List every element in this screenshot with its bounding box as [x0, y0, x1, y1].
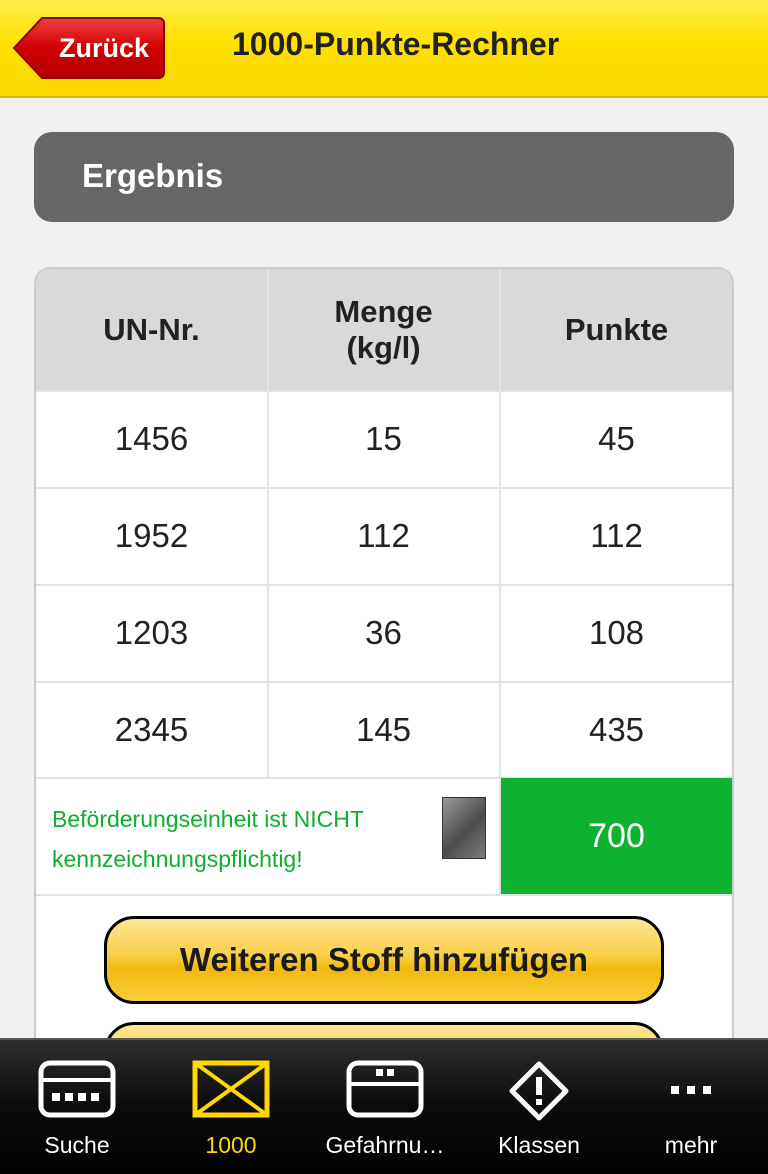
back-button-label: Zurück: [58, 33, 150, 63]
navigation-bar: Zurück 1000-Punkte-Rechner: [0, 0, 768, 98]
tab-label: mehr: [664, 1132, 718, 1158]
back-button[interactable]: Zurück: [12, 16, 166, 80]
tab-label: Klassen: [498, 1132, 580, 1158]
tab-gefahrnummer[interactable]: Gefahrnu…: [308, 1040, 462, 1174]
search-keyboard-icon: [38, 1060, 116, 1118]
table-cell-menge: 36: [365, 614, 402, 651]
hazard-number-icon: [346, 1060, 424, 1118]
table-cell-un: 1456: [114, 420, 189, 457]
table-cell-menge: 15: [365, 420, 402, 457]
placard-icon: [192, 1060, 270, 1118]
header-un-nr: UN-Nr.: [103, 311, 200, 347]
tab-label: Suche: [44, 1132, 110, 1158]
row-divider: [36, 894, 732, 896]
table-cell-un: 2345: [114, 711, 189, 748]
table-cell-punkte: 45: [598, 420, 635, 457]
header-punkte: Punkte: [564, 311, 669, 347]
section-title: Ergebnis: [82, 157, 224, 194]
table-cell-punkte: 435: [588, 711, 645, 748]
more-icon: [671, 1086, 711, 1094]
orange-plate-icon: [442, 797, 486, 859]
table-cell-un: 1203: [114, 614, 189, 651]
table-cell-menge: 112: [357, 517, 410, 554]
total-points-cell: 700: [501, 778, 732, 894]
warning-diamond-icon: [509, 1061, 569, 1121]
result-section-header: Ergebnis: [34, 132, 734, 222]
tab-klassen[interactable]: Klassen: [462, 1040, 616, 1174]
add-substance-button[interactable]: Weiteren Stoff hinzufügen: [104, 916, 664, 1004]
tab-bar: Suche 1000 Gefahrnu… Klassen mehr: [0, 1038, 768, 1174]
tab-label: 1000: [205, 1132, 257, 1158]
tab-suche[interactable]: Suche: [0, 1040, 154, 1174]
table-cell-punkte: 108: [588, 614, 645, 651]
table-cell-menge: 145: [355, 711, 412, 748]
tab-mehr[interactable]: mehr: [614, 1040, 768, 1174]
header-menge: Menge (kg/l): [334, 293, 433, 365]
table-cell-un: 1952: [114, 517, 189, 554]
result-message: Beförderungseinheit ist NICHT kennzeichn…: [52, 806, 364, 872]
page-title: 1000-Punkte-Rechner: [232, 26, 560, 62]
tab-label: Gefahrnu…: [325, 1132, 445, 1158]
tab-1000[interactable]: 1000: [154, 1040, 308, 1174]
table-cell-punkte: 112: [590, 517, 643, 554]
